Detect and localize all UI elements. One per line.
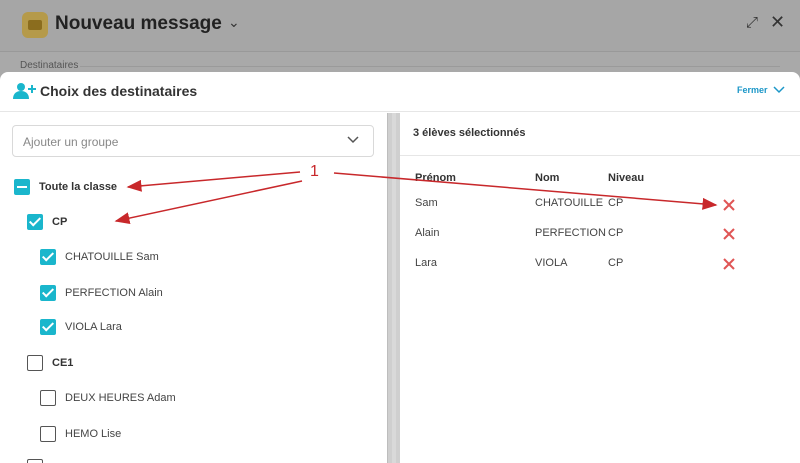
column-header-prenom[interactable]: Prénom [415, 172, 456, 184]
tree-item-label: DEUX HEURES Adam [65, 392, 176, 404]
modal-header: Choix des destinataires Fermer [0, 72, 800, 112]
cell-nom: CHATOUILLE [535, 197, 604, 209]
column-header-nom[interactable]: Nom [535, 172, 559, 184]
cell-nom: PERFECTION [535, 227, 606, 239]
chevron-down-icon [772, 86, 785, 94]
remove-icon[interactable] [722, 257, 736, 271]
expand-icon[interactable]: ⤢ [746, 14, 758, 31]
group-select-placeholder: Ajouter un groupe [23, 135, 119, 149]
cell-niveau: CP [608, 197, 624, 209]
tree-item-label: CHATOUILLE Sam [65, 251, 159, 263]
checkbox-checked[interactable] [27, 214, 43, 230]
recipients-modal: Choix des destinataires Fermer Ajouter u… [0, 72, 800, 463]
checkbox-unchecked[interactable] [27, 355, 43, 371]
checkbox-unchecked[interactable] [27, 459, 43, 463]
remove-icon[interactable] [722, 227, 736, 241]
close-modal-button[interactable]: Fermer [737, 85, 785, 95]
remove-icon[interactable] [722, 198, 736, 212]
message-icon [22, 12, 48, 38]
tree-item-toute-la-classe[interactable]: Toute la classe [14, 179, 117, 195]
tree-item-student[interactable]: DEUX HEURES Adam [40, 390, 176, 406]
chevron-down-icon[interactable]: ⌄ [228, 14, 240, 31]
divider [400, 155, 800, 156]
close-icon[interactable]: ✕ [770, 12, 785, 33]
tree-item-label: CP [52, 216, 68, 228]
annotation-label: 1 [310, 163, 319, 180]
tree-item-ce1[interactable]: CE1 [27, 355, 73, 371]
group-tree-pane: Ajouter un groupe Toute la classe CP CHA… [0, 113, 387, 463]
user-add-icon [13, 83, 36, 99]
selected-students-pane: 3 élèves sélectionnés Prénom Nom Niveau … [400, 113, 800, 463]
checkbox-checked[interactable] [40, 319, 56, 335]
destinataires-label: Destinataires [20, 60, 79, 71]
tree-item-student[interactable]: VIOLA Lara [40, 319, 122, 335]
column-header-niveau[interactable]: Niveau [608, 172, 644, 184]
tree-item-partial[interactable] [27, 459, 43, 463]
tree-item-student[interactable]: CHATOUILLE Sam [40, 249, 159, 265]
tree-item-label: VIOLA Lara [65, 321, 122, 333]
cell-niveau: CP [608, 227, 624, 239]
tree-item-label: HEMO Lise [65, 428, 122, 440]
pane-splitter[interactable] [387, 113, 400, 463]
cell-niveau: CP [608, 257, 624, 269]
checkbox-unchecked[interactable] [40, 426, 56, 442]
tree-item-label: Toute la classe [39, 181, 118, 193]
checkbox-unchecked[interactable] [40, 390, 56, 406]
message-header: Nouveau message ⌄ ⤢ ✕ [0, 0, 800, 52]
cell-prenom: Sam [415, 197, 438, 209]
message-title: Nouveau message [55, 13, 222, 34]
tree-item-label: PERFECTION Alain [65, 287, 163, 299]
chevron-down-icon [347, 136, 359, 144]
tree-item-student[interactable]: PERFECTION Alain [40, 285, 163, 301]
tree-item-cp[interactable]: CP [27, 214, 67, 230]
checkbox-indeterminate[interactable] [14, 179, 30, 195]
divider [80, 66, 780, 67]
modal-title: Choix des destinataires [40, 83, 198, 99]
cell-prenom: Alain [415, 227, 440, 239]
tree-item-student[interactable]: HEMO Lise [40, 426, 121, 442]
selected-count: 3 élèves sélectionnés [413, 127, 526, 139]
group-select[interactable]: Ajouter un groupe [12, 125, 374, 157]
cell-nom: VIOLA [535, 257, 568, 269]
tree-item-label: CE1 [52, 357, 74, 369]
checkbox-checked[interactable] [40, 249, 56, 265]
checkbox-checked[interactable] [40, 285, 56, 301]
close-modal-label: Fermer [737, 85, 768, 95]
cell-prenom: Lara [415, 257, 438, 269]
